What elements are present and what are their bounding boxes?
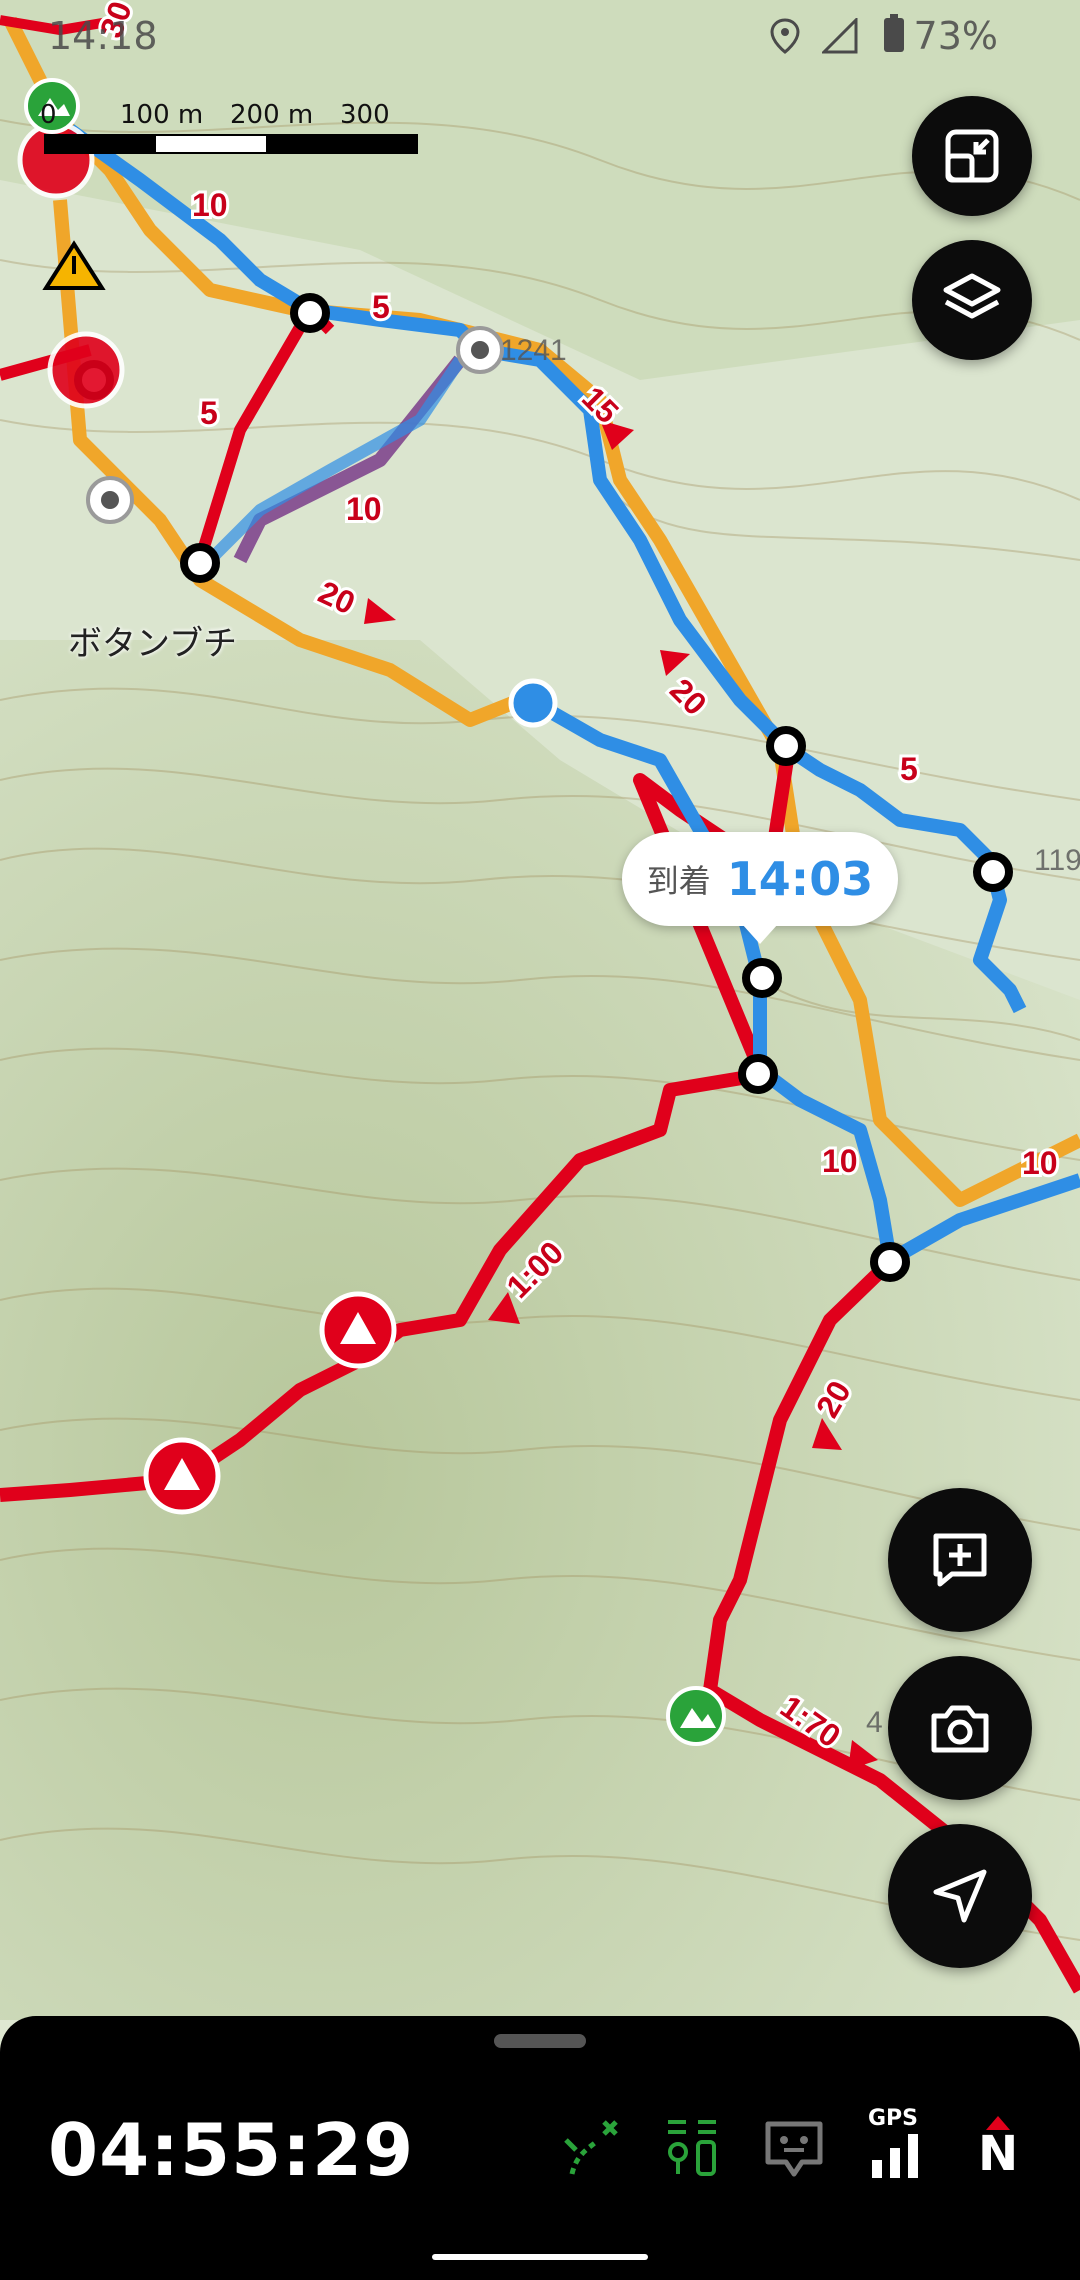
add-note-button[interactable] <box>888 1488 1032 1632</box>
fullscreen-toggle-button[interactable] <box>912 96 1032 216</box>
arrival-time-callout[interactable]: 到着 14:03 <box>622 832 898 944</box>
navigate-button[interactable] <box>888 1824 1032 1968</box>
status-icons: GPS N <box>558 2106 1030 2180</box>
layers-button[interactable] <box>912 240 1032 360</box>
bottom-sheet[interactable]: 04:55:29 GPS N <box>0 2016 1080 2280</box>
svg-text:10: 10 <box>822 1143 858 1179</box>
gps-signal-icon[interactable]: GPS <box>864 2106 928 2180</box>
gps-label: GPS <box>868 2106 919 2131</box>
svg-text:4: 4 <box>866 1706 883 1739</box>
scale-bar: 0 100 m 200 m 300 m <box>28 96 418 166</box>
north-label: N <box>978 2126 1019 2182</box>
layers-icon <box>943 273 1001 319</box>
scale-label: 100 m <box>120 100 204 130</box>
waypoints-icon[interactable] <box>660 2116 724 2180</box>
navigation-arrow-icon <box>933 1869 987 1923</box>
camera-button[interactable] <box>888 1656 1032 1800</box>
signal-icon <box>822 18 858 54</box>
svg-text:5: 5 <box>900 751 918 787</box>
battery-icon <box>884 14 904 52</box>
scale-label: 0 <box>40 100 57 130</box>
arrival-label: 到着 <box>646 862 711 900</box>
add-note-icon <box>933 1533 987 1587</box>
camera-icon <box>931 1705 989 1753</box>
elapsed-time: 04:55:29 <box>48 2108 415 2192</box>
compass-north-icon[interactable]: N <box>966 2116 1030 2180</box>
sheet-drag-handle[interactable] <box>494 2034 586 2048</box>
current-location-dot <box>508 678 558 728</box>
scale-label: 200 m <box>230 100 314 130</box>
gesture-nav-bar[interactable] <box>432 2254 648 2260</box>
status-bar: 14:18 73% <box>0 0 1080 72</box>
place-name-label: ボタンブチ <box>68 624 237 664</box>
svg-text:10: 10 <box>1022 1145 1058 1181</box>
svg-text:5: 5 <box>372 289 390 325</box>
message-icon[interactable] <box>762 2116 826 2180</box>
svg-text:1241: 1241 <box>500 334 567 367</box>
route-off-icon[interactable] <box>558 2116 622 2180</box>
fullscreen-icon <box>945 129 999 183</box>
svg-text:5: 5 <box>200 395 218 431</box>
location-icon <box>770 18 800 54</box>
scale-bar-graphic <box>44 134 418 154</box>
status-time: 14:18 <box>48 14 158 58</box>
arrival-time: 14:03 <box>726 852 874 906</box>
battery-percentage: 73% <box>913 14 998 58</box>
svg-text:119: 119 <box>1034 844 1080 877</box>
route-label: 10 <box>192 187 228 223</box>
svg-text:10: 10 <box>346 491 382 527</box>
